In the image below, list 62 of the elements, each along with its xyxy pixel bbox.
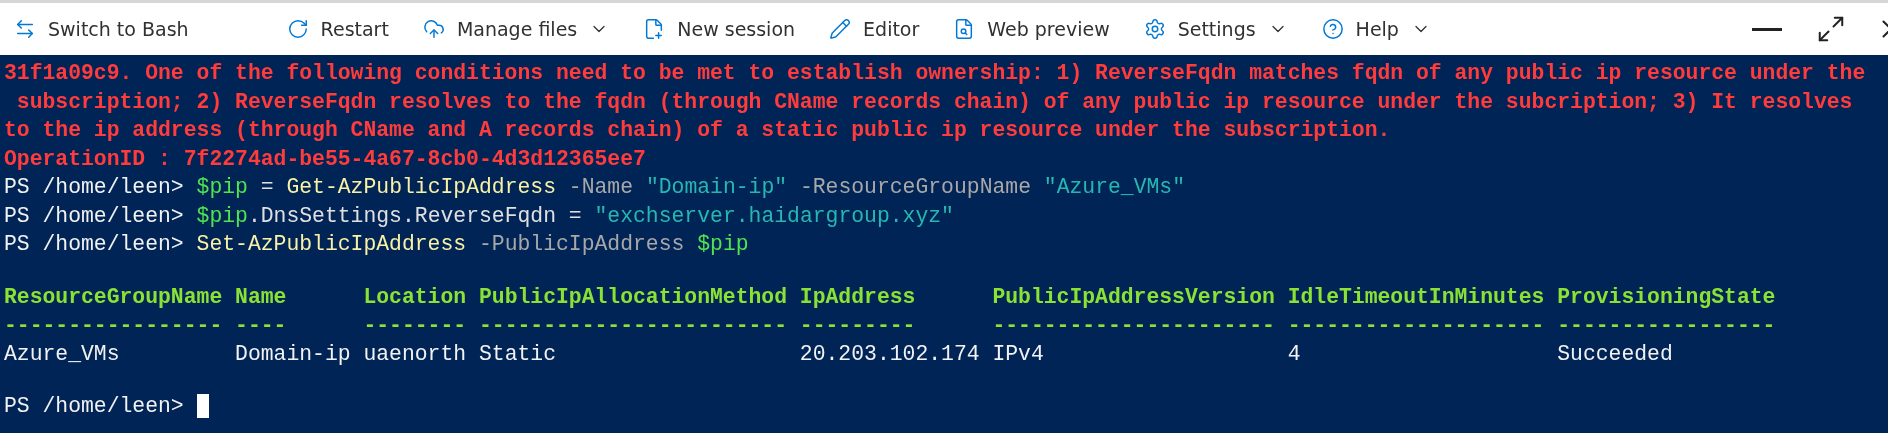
table-cell-text: uaenorth [363,340,467,368]
header-rule: ----------------- [4,312,223,339]
prompt-text: PS /home/leen> [4,202,185,230]
table-cell-text: Succeeded [1557,340,1674,368]
cloud-upload-icon [422,18,445,40]
toolbar-button[interactable]: Switch to Bash [10,12,193,46]
error-text: subscription; 2) ReverseFqdn resolves to the fqdn (through CName records chain) of any public ip resource under the subcription; 3) It resolves [15,88,1854,116]
maximize-icon [1816,14,1846,44]
help-icon [1321,18,1344,40]
switch-arrows-icon [14,18,36,40]
toolbar-button[interactable]: Manage files [418,12,614,46]
header-rule: ------------------------ [478,312,788,339]
restart-icon [286,18,309,40]
command-text: $pip [196,174,248,201]
toolbar-button[interactable]: New session [639,12,800,46]
command-text: = [259,174,275,201]
prompt-text: PS /home/leen> [4,231,185,258]
column-header: Name [235,283,288,311]
column-header: IdleTimeoutInMinutes [1287,283,1545,311]
column-header: PublicIpAddressVersion [992,283,1275,311]
table-cell-text: 20.203.102.174 [799,340,980,368]
error-text: to the ip address (through CName and A records chain) of a static public ip resource under the subscription. [4,117,1392,144]
command-text: $pip [196,202,248,230]
command-text: -Name [567,174,635,201]
command-text: .DnsSettings.ReverseFqdn = [247,202,583,230]
prompt-text: PS /home/leen> [4,174,185,201]
table-cell-text: Domain-ip [235,340,351,368]
table-cell-text: 4 [1287,340,1302,368]
command-text: "Azure_VMs" [1043,174,1185,201]
table-cell-text: IPv4 [992,340,1045,368]
command-text: "exchserver.haidargroup.xyz" [594,202,954,230]
table-cell-text: Static [478,340,557,368]
column-header: Location [363,283,467,311]
header-rule: ----------------- [1557,312,1776,339]
minimize-icon [1752,27,1782,31]
toolbar-button[interactable]: Help [1317,12,1435,46]
pencil-icon [829,18,852,40]
settings-icon [1143,18,1166,40]
command-text: Set-AzPublicIpAddress [196,231,467,258]
error-text: OperationID : 7f2274ad-be55-4a67-8cb0-4d3d12365ee7 [4,145,647,173]
error-text: 31f1a09c9. One of the following conditions need to be met to establish ownership: 1) ReverseFqdn matches fqdn of any public ip resource under the [4,60,1867,87]
toolbar-button[interactable]: Restart [282,12,393,46]
header-rule: -------- [363,312,467,339]
prompt-text: PS /home/leen> [4,393,185,420]
header-rule: ---------------------- [992,312,1275,339]
column-header: ResourceGroupName [4,283,223,311]
text-cursor [196,394,209,419]
command-text: "Domain-ip" [645,174,788,201]
toolbar-button[interactable]: Settings [1139,12,1292,46]
command-text: -PublicIpAddress [477,231,686,258]
toolbar-button[interactable]: Editor [825,12,924,46]
header-rule: --------- [799,312,917,339]
column-header: ProvisioningState [1557,283,1776,311]
command-text: -ResourceGroupName [798,174,1032,201]
toolbar-button[interactable]: Web preview [949,12,1114,46]
header-rule: ---- [235,312,288,339]
command-text: $pip [697,231,749,258]
column-header: PublicIpAllocationMethod [478,283,788,311]
table-cell-text: Azure_VMs [4,340,121,368]
command-text: Get-AzPublicIpAddress [286,174,556,201]
column-header: IpAddress [799,283,917,311]
header-rule: -------------------- [1287,312,1545,339]
